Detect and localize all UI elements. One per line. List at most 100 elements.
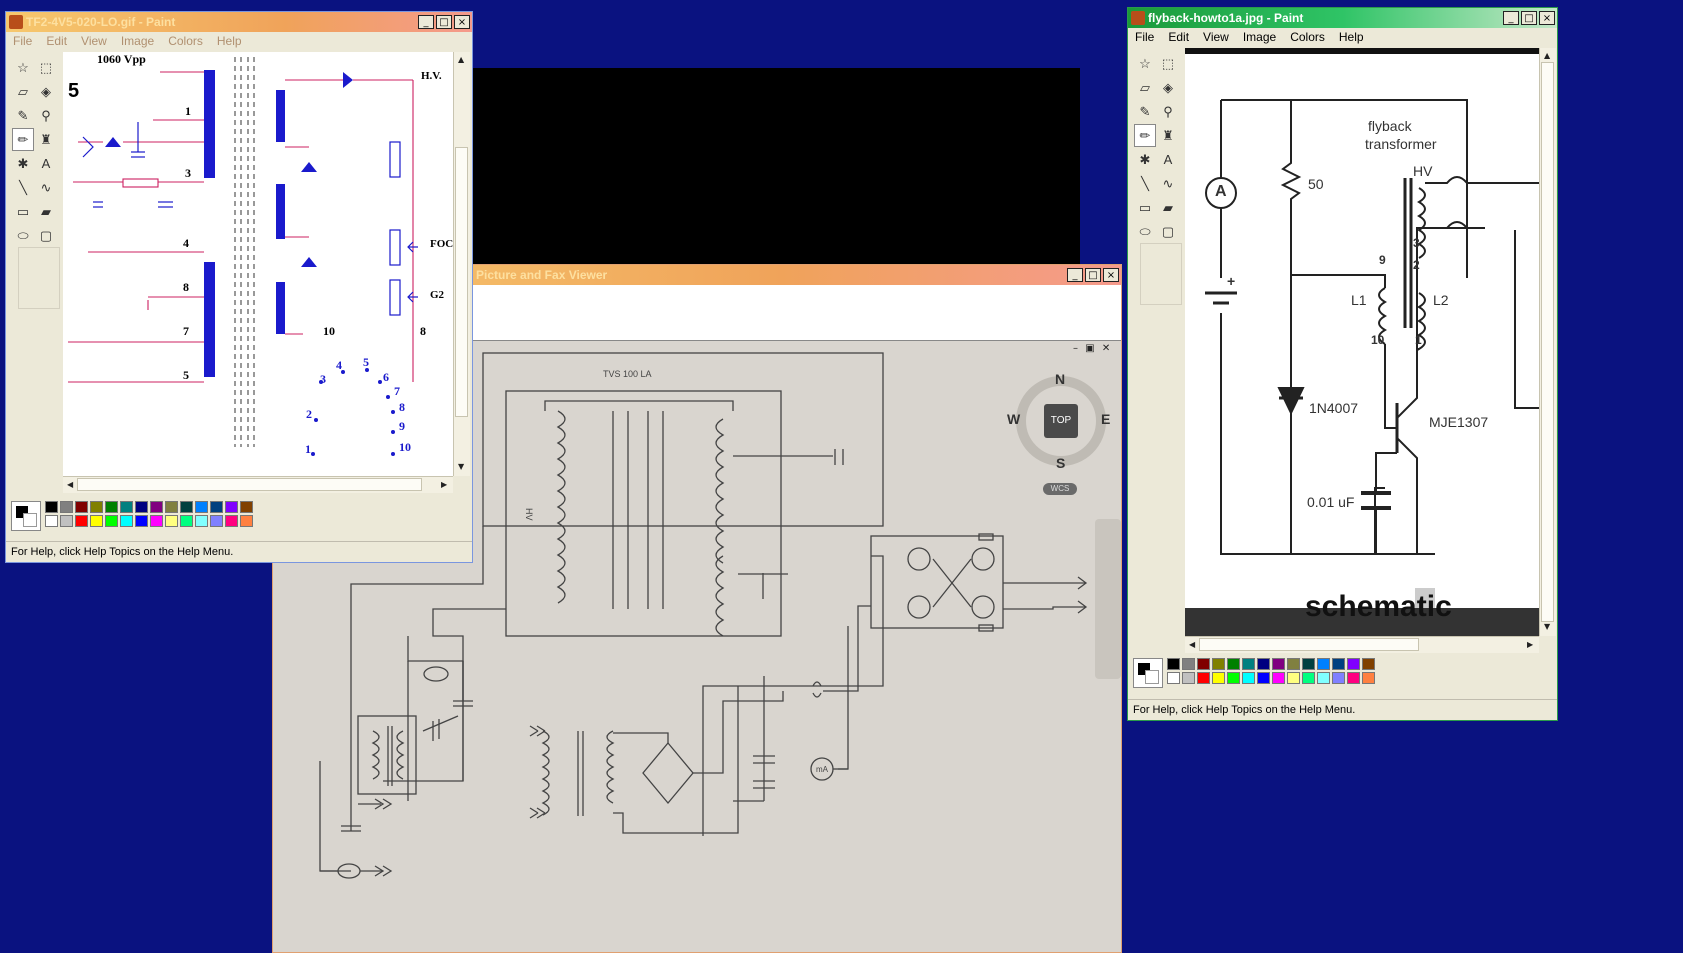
current-colors[interactable]	[11, 501, 41, 531]
palette-swatch[interactable]	[1362, 658, 1375, 670]
select-rect-icon[interactable]: ⬚	[1157, 52, 1179, 75]
rounded-rect-icon[interactable]: ▢	[35, 224, 57, 247]
palette-swatch[interactable]	[210, 501, 223, 513]
palette-swatch[interactable]	[225, 501, 238, 513]
menu-file[interactable]: File	[6, 34, 39, 48]
paint-right-titlebar[interactable]: flyback-howto1a.jpg - Paint _ □ ×	[1128, 8, 1557, 28]
navigation-bar[interactable]	[1095, 519, 1121, 679]
menu-file[interactable]: File	[1128, 30, 1161, 44]
menu-edit[interactable]: Edit	[1161, 30, 1196, 44]
palette-swatch[interactable]	[165, 515, 178, 527]
menu-help[interactable]: Help	[210, 34, 249, 48]
horizontal-scrollbar[interactable]: ◀ ▶	[63, 476, 453, 493]
palette-swatch[interactable]	[135, 515, 148, 527]
palette-swatch[interactable]	[180, 515, 193, 527]
compass-south[interactable]: S	[1056, 455, 1065, 471]
wcs-button[interactable]: WCS	[1043, 483, 1077, 495]
palette-swatch[interactable]	[60, 501, 73, 513]
palette-swatch[interactable]	[120, 515, 133, 527]
palette-swatch[interactable]	[180, 501, 193, 513]
select-free-icon[interactable]: ☆	[12, 56, 34, 79]
close-button[interactable]: ×	[1539, 11, 1555, 25]
palette-swatch[interactable]	[225, 515, 238, 527]
palette-swatch[interactable]	[60, 515, 73, 527]
palette-swatch[interactable]	[1272, 672, 1285, 684]
rectangle-icon[interactable]: ▭	[1134, 196, 1156, 219]
vertical-scrollbar[interactable]: ▲ ▼	[1539, 48, 1556, 636]
palette-swatch[interactable]	[150, 515, 163, 527]
brush-icon[interactable]: ♜	[35, 128, 57, 151]
menu-view[interactable]: View	[74, 34, 114, 48]
palette-swatch[interactable]	[1302, 658, 1315, 670]
inner-close-button[interactable]: ✕	[1102, 343, 1110, 354]
compass-top-button[interactable]: TOP	[1044, 404, 1078, 438]
palette-swatch[interactable]	[1332, 672, 1345, 684]
palette-swatch[interactable]	[90, 515, 103, 527]
menu-colors[interactable]: Colors	[161, 34, 210, 48]
scroll-thumb-h[interactable]	[77, 478, 422, 491]
close-button[interactable]: ×	[454, 15, 470, 29]
menu-view[interactable]: View	[1196, 30, 1236, 44]
palette-swatch[interactable]	[150, 501, 163, 513]
palette-swatch[interactable]	[1317, 672, 1330, 684]
palette-swatch[interactable]	[1227, 658, 1240, 670]
view-compass[interactable]: TOP N S W E	[1007, 371, 1110, 471]
pencil-icon[interactable]: ✏	[1134, 124, 1156, 147]
compass-east[interactable]: E	[1101, 411, 1110, 427]
compass-west[interactable]: W	[1007, 411, 1020, 427]
inner-minimize-button[interactable]: –	[1073, 343, 1078, 354]
polygon-icon[interactable]: ▰	[1157, 196, 1179, 219]
menu-edit[interactable]: Edit	[39, 34, 74, 48]
palette-swatch[interactable]	[75, 515, 88, 527]
vertical-scrollbar[interactable]: ▲ ▼	[453, 52, 470, 476]
eraser-icon[interactable]: ▱	[1134, 76, 1156, 99]
select-rect-icon[interactable]: ⬚	[35, 56, 57, 79]
palette-swatch[interactable]	[195, 515, 208, 527]
palette-swatch[interactable]	[1242, 672, 1255, 684]
minimize-button[interactable]: _	[418, 15, 434, 29]
pencil-icon[interactable]: ✏	[12, 128, 34, 151]
polygon-icon[interactable]: ▰	[35, 200, 57, 223]
palette-swatch[interactable]	[1257, 672, 1270, 684]
text-icon[interactable]: A	[1157, 148, 1179, 171]
palette-swatch[interactable]	[1242, 658, 1255, 670]
palette-swatch[interactable]	[45, 501, 58, 513]
curve-icon[interactable]: ∿	[35, 176, 57, 199]
scroll-up-icon[interactable]: ▲	[458, 55, 464, 64]
airbrush-icon[interactable]: ✱	[12, 152, 34, 175]
palette-swatch[interactable]	[45, 515, 58, 527]
scroll-right-icon[interactable]: ▶	[441, 480, 447, 489]
horizontal-scrollbar[interactable]: ◀ ▶	[1185, 636, 1539, 653]
tool-options-box[interactable]	[1140, 243, 1182, 305]
palette-swatch[interactable]	[105, 515, 118, 527]
minimize-button[interactable]: _	[1503, 11, 1519, 25]
scroll-left-icon[interactable]: ◀	[1189, 640, 1195, 649]
menu-colors[interactable]: Colors	[1283, 30, 1332, 44]
fill-icon[interactable]: ◈	[35, 80, 57, 103]
scroll-up-icon[interactable]: ▲	[1544, 51, 1550, 60]
select-free-icon[interactable]: ☆	[1134, 52, 1156, 75]
ellipse-icon[interactable]: ⬭	[1134, 220, 1156, 243]
palette-swatch[interactable]	[1287, 658, 1300, 670]
compass-north[interactable]: N	[1055, 371, 1065, 387]
palette-swatch[interactable]	[1212, 672, 1225, 684]
maximize-button[interactable]: □	[1521, 11, 1537, 25]
palette-swatch[interactable]	[1257, 658, 1270, 670]
palette-swatch[interactable]	[1347, 658, 1360, 670]
palette-swatch[interactable]	[75, 501, 88, 513]
scroll-thumb[interactable]	[1541, 62, 1554, 622]
palette-swatch[interactable]	[210, 515, 223, 527]
palette-swatch[interactable]	[1332, 658, 1345, 670]
palette-swatch[interactable]	[1227, 672, 1240, 684]
line-icon[interactable]: ╲	[1134, 172, 1156, 195]
paint-left-titlebar[interactable]: TF2-4V5-020-LO.gif - Paint _ □ ×	[6, 12, 472, 32]
inner-restore-button[interactable]: ▣	[1085, 343, 1094, 354]
palette-swatch[interactable]	[1272, 658, 1285, 670]
menu-help[interactable]: Help	[1332, 30, 1371, 44]
menu-image[interactable]: Image	[1236, 30, 1283, 44]
scroll-thumb[interactable]	[455, 147, 468, 417]
palette-swatch[interactable]	[195, 501, 208, 513]
fill-icon[interactable]: ◈	[1157, 76, 1179, 99]
picker-icon[interactable]: ✎	[1134, 100, 1156, 123]
palette-swatch[interactable]	[1212, 658, 1225, 670]
